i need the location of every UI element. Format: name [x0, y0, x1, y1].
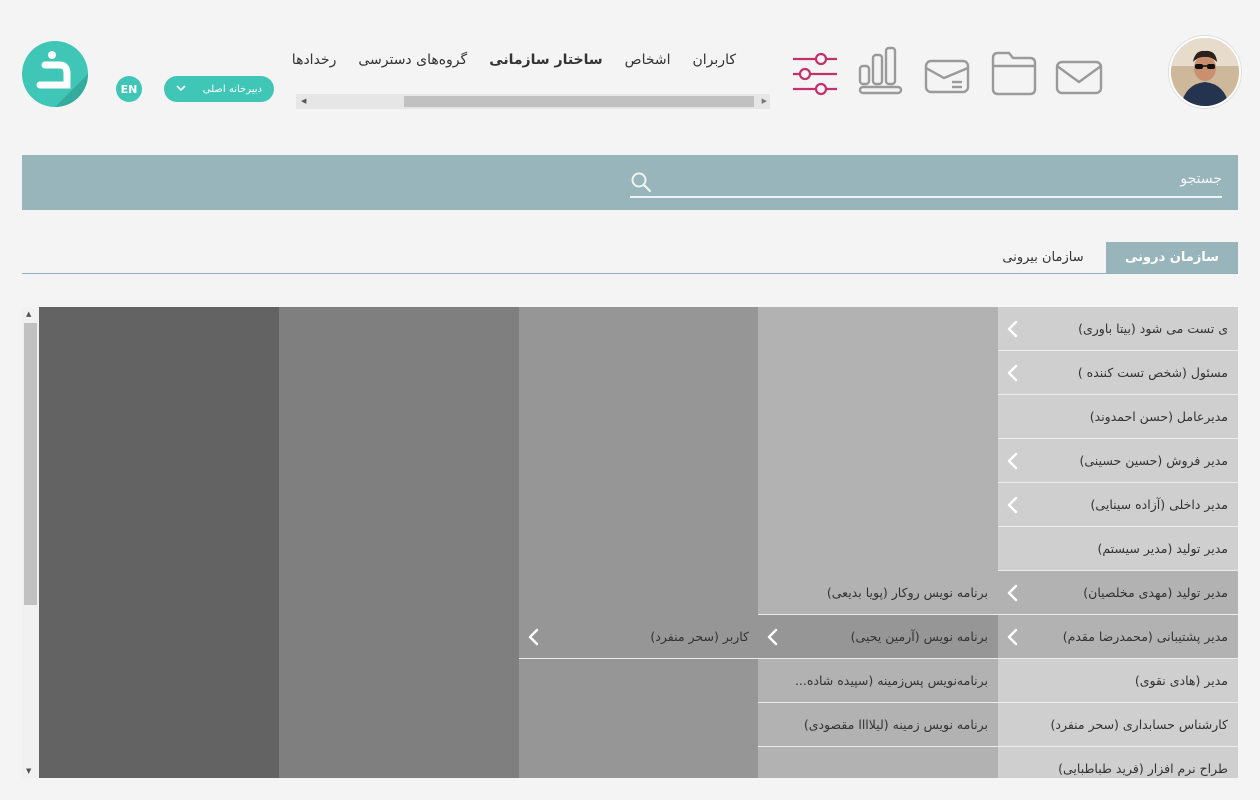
tree-row-label: برنامه نویس روکار (پویا بدیعی): [826, 585, 988, 600]
columns-vertical-scrollbar[interactable]: ▲ ▼: [22, 307, 39, 778]
tree-row-label: طراح نرم افزار (فرید طباطبایی): [1058, 761, 1228, 776]
tree-row[interactable]: کارشناس حسابداری (سحر منفرد): [998, 703, 1238, 747]
tab-external-org[interactable]: سازمان بیرونی: [988, 242, 1098, 273]
tree-row[interactable]: مسئول (شخص تست کننده ): [998, 351, 1238, 395]
nav-item-events[interactable]: رخدادها: [292, 52, 337, 68]
chevron-left-icon[interactable]: [998, 615, 1026, 659]
scroll-up-icon[interactable]: ▲: [26, 310, 31, 318]
tree-row-label: کاربر (سحر منفرد): [650, 629, 749, 644]
tree-column-3: کاربر (سحر منفرد): [519, 307, 759, 778]
chevron-left-icon[interactable]: [998, 483, 1026, 527]
chart-icon[interactable]: [856, 46, 906, 98]
header: EN دبیرخانه اصلی کاربران اشخاص ساختار سا…: [0, 0, 1260, 130]
inbox-card-icon[interactable]: [922, 46, 972, 98]
tree-row[interactable]: برنامه نویس (آرمین یحیی): [758, 615, 998, 659]
nav-item-persons[interactable]: اشخاص: [625, 52, 671, 68]
chevron-left-icon[interactable]: [998, 307, 1026, 351]
tree-row[interactable]: برنامه نویس زمینه (لیلاااا مقصودی): [758, 703, 998, 747]
tree-row[interactable]: برنامه‌نویس پس‌زمینه (سپیده شاده...: [758, 659, 998, 703]
logo-mark-icon: [36, 51, 88, 107]
tab-internal-org[interactable]: سازمان درونی: [1106, 242, 1238, 273]
tree-row[interactable]: مدیر فروش (حسین حسینی): [998, 439, 1238, 483]
tree-row[interactable]: کاربر (سحر منفرد): [519, 615, 759, 659]
chevron-down-icon: [176, 84, 186, 95]
tree-row[interactable]: مدیرعامل (حسن احمدوند): [998, 395, 1238, 439]
chevron-left-icon[interactable]: [998, 439, 1026, 483]
tree-row-label: مدیر داخلی (آزاده سینایی): [1090, 497, 1228, 512]
language-toggle[interactable]: EN: [116, 76, 142, 102]
folder-icon[interactable]: [989, 46, 1039, 98]
nav-item-org-structure[interactable]: ساختار سازمانی: [489, 52, 602, 68]
app-logo[interactable]: [22, 41, 88, 107]
tree-column-4: [279, 307, 519, 778]
tree-row-label: مدیر تولید (مهدی مخلصیان): [1083, 585, 1228, 600]
tree-row[interactable]: برنامه نویس روکار (پویا بدیعی): [758, 571, 998, 615]
settings-sliders-icon[interactable]: [790, 46, 840, 98]
tree-row[interactable]: مدیر پشتیبانی (محمدرضا مقدم): [998, 615, 1238, 659]
mail-icon[interactable]: [1054, 46, 1104, 98]
tree-row-label: مدیرعامل (حسن احمدوند): [1089, 409, 1228, 424]
office-select-label: دبیرخانه اصلی: [202, 83, 262, 95]
tree-row[interactable]: طراح نرم افزار (فرید طباطبایی): [998, 747, 1238, 778]
tree-row-label: برنامه نویس زمینه (لیلاااا مقصودی): [803, 717, 988, 732]
tree-row[interactable]: مدیر تولید (مهدی مخلصیان): [998, 571, 1238, 615]
tree-row-label: مسئول (شخص تست کننده ): [1077, 365, 1228, 380]
tree-row-label: مدیر تولید (مدیر سیستم): [1097, 541, 1228, 556]
vertical-scroll-thumb[interactable]: [24, 323, 37, 605]
tree-row-label: برنامه نویس (آرمین یحیی): [850, 629, 988, 644]
tree-row-label: برنامه‌نویس پس‌زمینه (سپیده شاده...: [794, 673, 988, 688]
tree-row[interactable]: مدیر (هادی نقوی): [998, 659, 1238, 703]
tree-column-1: ی تست می شود (بیتا باوری) مسئول (شخص تست …: [998, 307, 1238, 778]
chevron-left-icon[interactable]: [998, 351, 1026, 395]
nav-item-access-groups[interactable]: گروه‌های دسترسی: [358, 52, 467, 68]
tree-row[interactable]: ی تست می شود (بیتا باوری): [998, 307, 1238, 351]
tree-column-2: برنامه نویس روکار (پویا بدیعی) برنامه نوی…: [758, 307, 998, 778]
office-select[interactable]: دبیرخانه اصلی: [164, 76, 274, 102]
scroll-right-icon[interactable]: ▶: [762, 94, 767, 109]
search-icon[interactable]: [630, 171, 652, 193]
chevron-left-icon[interactable]: [519, 615, 547, 659]
nav-scrollbar[interactable]: ◀ ▶: [296, 94, 770, 109]
chevron-left-icon[interactable]: [758, 615, 786, 659]
user-avatar[interactable]: [1169, 36, 1241, 108]
tree-row-label: ی تست می شود (بیتا باوری): [1078, 321, 1228, 336]
org-tree-columns: کاربر (سحر منفرد) برنامه نویس روکار (پوی…: [22, 307, 1238, 778]
search-placeholder: جستجو: [1180, 171, 1222, 187]
tree-row-label: کارشناس حسابداری (سحر منفرد): [1050, 717, 1229, 732]
org-tabs: سازمان درونی سازمان بیرونی: [22, 242, 1238, 274]
scroll-down-icon[interactable]: ▼: [26, 767, 31, 775]
nav-item-users[interactable]: کاربران: [693, 52, 736, 68]
tree-row-label: مدیر فروش (حسین حسینی): [1079, 453, 1228, 468]
scroll-left-icon[interactable]: ◀: [301, 94, 306, 109]
nav-scroll-thumb[interactable]: [404, 96, 754, 107]
tree-row-label: مدیر (هادی نقوی): [1134, 673, 1228, 688]
tree-column-5: [39, 307, 279, 778]
tree-row-label: مدیر پشتیبانی (محمدرضا مقدم): [1062, 629, 1228, 644]
chevron-left-icon[interactable]: [998, 571, 1026, 615]
search-input[interactable]: جستجو: [630, 167, 1222, 198]
tree-row[interactable]: مدیر داخلی (آزاده سینایی): [998, 483, 1238, 527]
tree-row[interactable]: مدیر تولید (مدیر سیستم): [998, 527, 1238, 571]
main-nav: کاربران اشخاص ساختار سازمانی گروه‌های دس…: [292, 50, 770, 112]
